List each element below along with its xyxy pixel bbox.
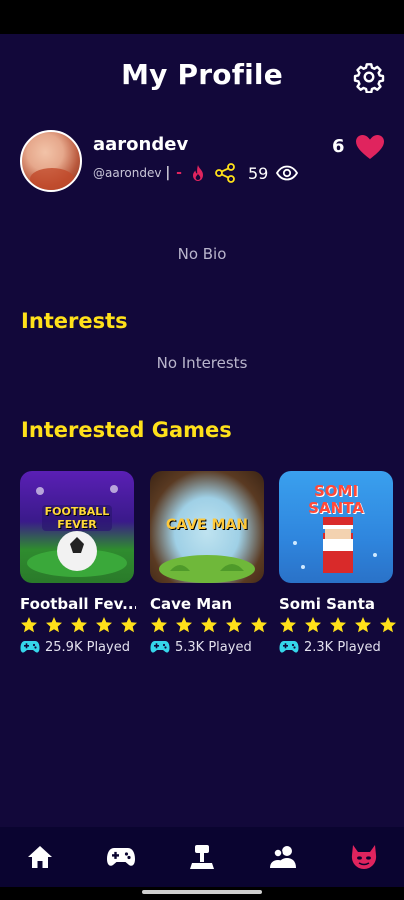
nav-friends[interactable]	[266, 841, 300, 873]
played-count-row: 25.9K Played	[20, 638, 130, 656]
settings-button[interactable]	[350, 58, 388, 96]
star-icon	[200, 616, 218, 634]
game-name: Somi Santa	[279, 595, 375, 613]
games-carousel[interactable]: FOOTBALL FEVER Football Fev... 25.9K Play…	[20, 471, 404, 661]
gear-icon	[353, 63, 385, 93]
eye-icon	[276, 165, 299, 181]
gamepad-icon	[107, 848, 135, 866]
bio-text: No Bio	[177, 245, 227, 263]
game-card-somi-santa[interactable]: SOMI SANTA Somi Santa 2.3K Played	[279, 471, 397, 661]
played-count-row: 5.3K Played	[150, 638, 252, 656]
gamepad-icon	[20, 640, 40, 654]
thumbnail-title: CAVE MAN	[166, 517, 248, 533]
fire-icon	[190, 164, 206, 182]
bottom-navigation	[0, 827, 404, 887]
gamepad-icon	[279, 640, 299, 654]
game-name: Cave Man	[150, 595, 233, 613]
played-count: 2.3K Played	[304, 639, 381, 655]
share-icon[interactable]	[214, 163, 236, 183]
home-icon	[28, 846, 52, 868]
user-handle: @aarondev	[93, 166, 162, 180]
nav-leaderboard[interactable]	[185, 841, 219, 873]
rating-stars	[279, 616, 397, 636]
interests-heading: Interests	[21, 309, 128, 333]
streak-dash: -	[176, 165, 182, 181]
game-thumbnail[interactable]: FOOTBALL FEVER	[20, 471, 134, 583]
star-icon	[304, 616, 322, 634]
star-icon	[329, 616, 347, 634]
trophy-icon	[190, 845, 214, 869]
users-icon	[270, 846, 296, 868]
star-icon	[120, 616, 138, 634]
likes-count: 6	[332, 136, 345, 157]
interests-empty: No Interests	[156, 354, 248, 372]
star-icon	[45, 616, 63, 634]
played-count: 5.3K Played	[175, 639, 252, 655]
profile-stats-row: @aarondev | - 59	[93, 163, 299, 183]
thumbnail-title: FOOTBALL FEVER	[44, 505, 110, 531]
gesture-handle[interactable]	[142, 890, 262, 894]
star-icon	[70, 616, 88, 634]
profile-card: aarondev @aarondev | - 59 6	[0, 128, 404, 198]
interested-games-heading: Interested Games	[21, 418, 232, 442]
devil-icon	[351, 845, 377, 869]
star-icon	[150, 616, 168, 634]
game-card-football-fever[interactable]: FOOTBALL FEVER Football Fev... 25.9K Play…	[20, 471, 138, 661]
heart-icon[interactable]	[355, 134, 385, 160]
star-icon	[279, 616, 297, 634]
game-card-cave-man[interactable]: CAVE MAN Cave Man 5.3K Played	[150, 471, 268, 661]
gamepad-icon	[150, 640, 170, 654]
page-title: My Profile	[121, 58, 283, 91]
star-icon	[175, 616, 193, 634]
star-icon	[354, 616, 372, 634]
status-bar	[0, 0, 404, 34]
star-icon	[379, 616, 397, 634]
star-icon	[95, 616, 113, 634]
star-icon	[225, 616, 243, 634]
game-thumbnail[interactable]: SOMI SANTA	[279, 471, 393, 583]
game-name: Football Fev...	[20, 595, 136, 613]
rating-stars	[20, 616, 138, 636]
nav-home[interactable]	[23, 841, 57, 873]
header: My Profile	[0, 34, 404, 118]
thumbnail-title: SOMI SANTA	[308, 482, 364, 517]
username: aarondev	[93, 134, 189, 155]
star-icon	[250, 616, 268, 634]
game-thumbnail[interactable]: CAVE MAN	[150, 471, 264, 583]
avatar[interactable]	[20, 130, 82, 192]
rating-stars	[150, 616, 268, 636]
star-icon	[20, 616, 38, 634]
nav-profile[interactable]	[347, 841, 381, 873]
nav-games[interactable]	[104, 841, 138, 873]
played-count-row: 2.3K Played	[279, 638, 381, 656]
views-count: 59	[247, 163, 269, 183]
played-count: 25.9K Played	[45, 639, 130, 655]
separator: |	[165, 165, 171, 181]
